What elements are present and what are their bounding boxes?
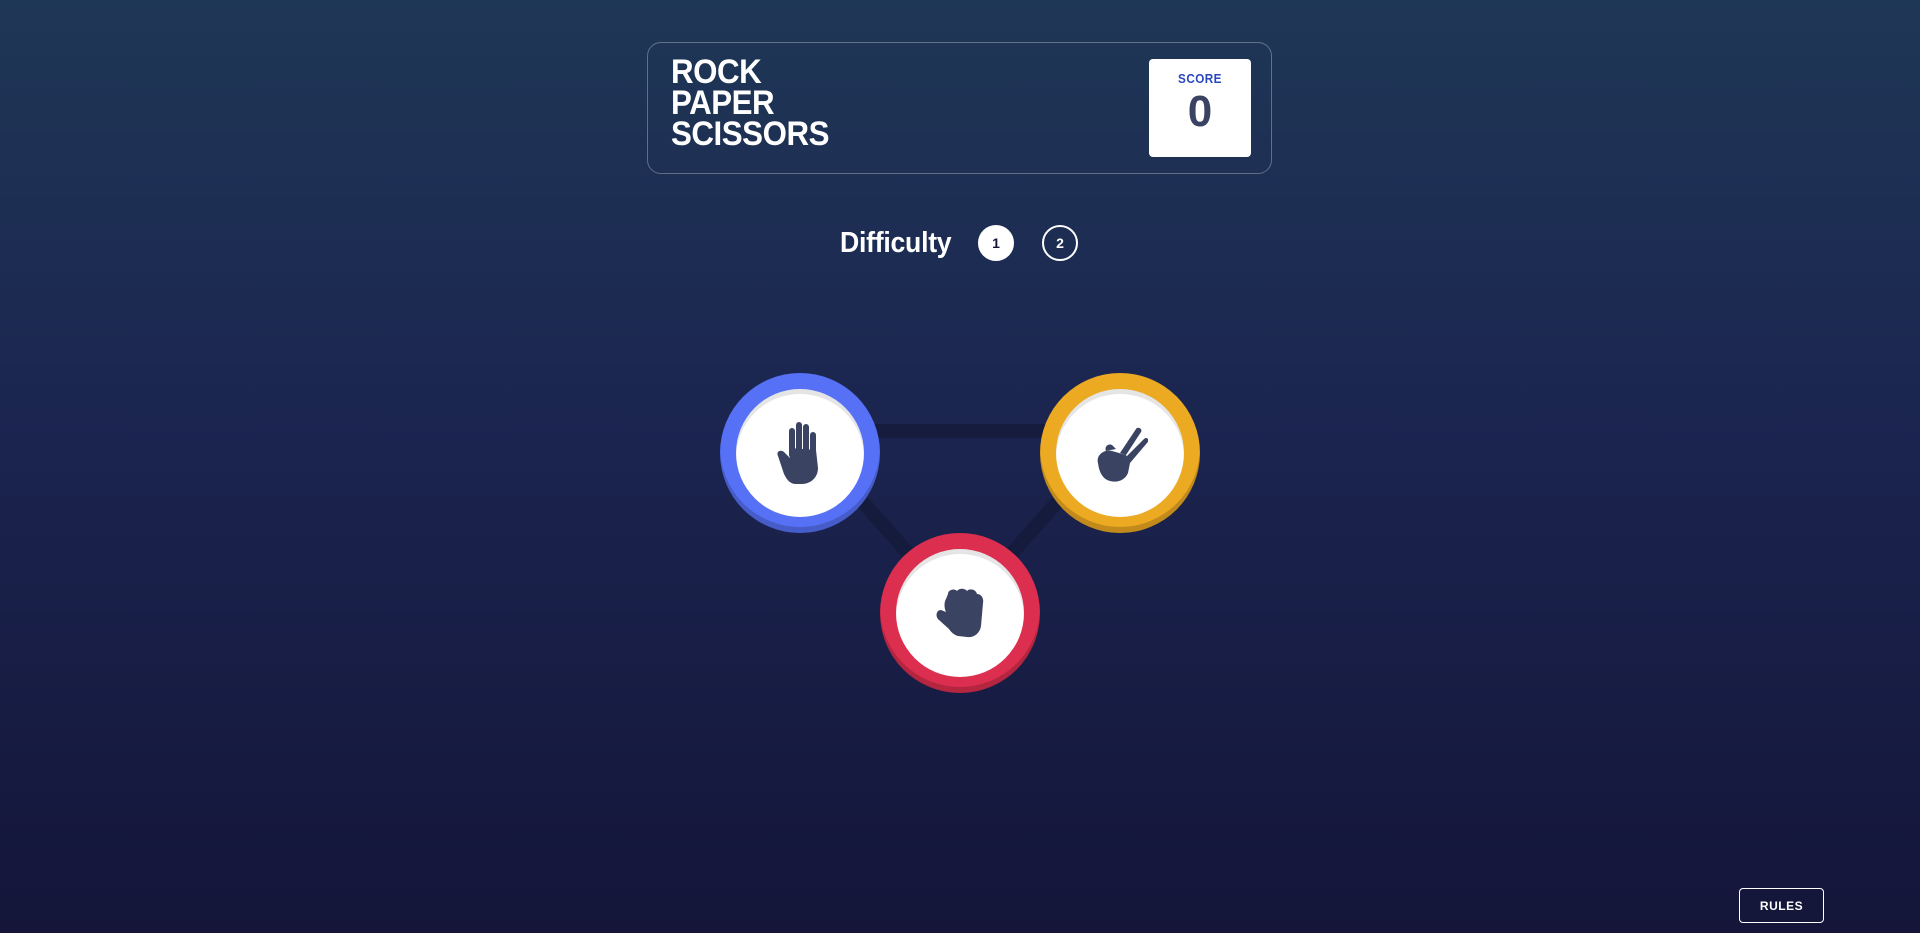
triangle-background	[793, 424, 1127, 619]
rock-choice-button[interactable]	[880, 533, 1040, 693]
game-board	[0, 0, 1920, 933]
rock-choice-inner	[896, 549, 1024, 677]
scissors-choice-inner	[1056, 389, 1184, 517]
hand-rock-icon	[936, 588, 984, 638]
hand-scissors-icon	[1097, 427, 1148, 482]
hand-paper-icon	[777, 422, 818, 484]
paper-choice-inner	[736, 389, 864, 517]
paper-choice-button[interactable]	[720, 373, 880, 533]
scissors-choice-button[interactable]	[1040, 373, 1200, 533]
rules-button[interactable]: RULES	[1739, 888, 1824, 923]
